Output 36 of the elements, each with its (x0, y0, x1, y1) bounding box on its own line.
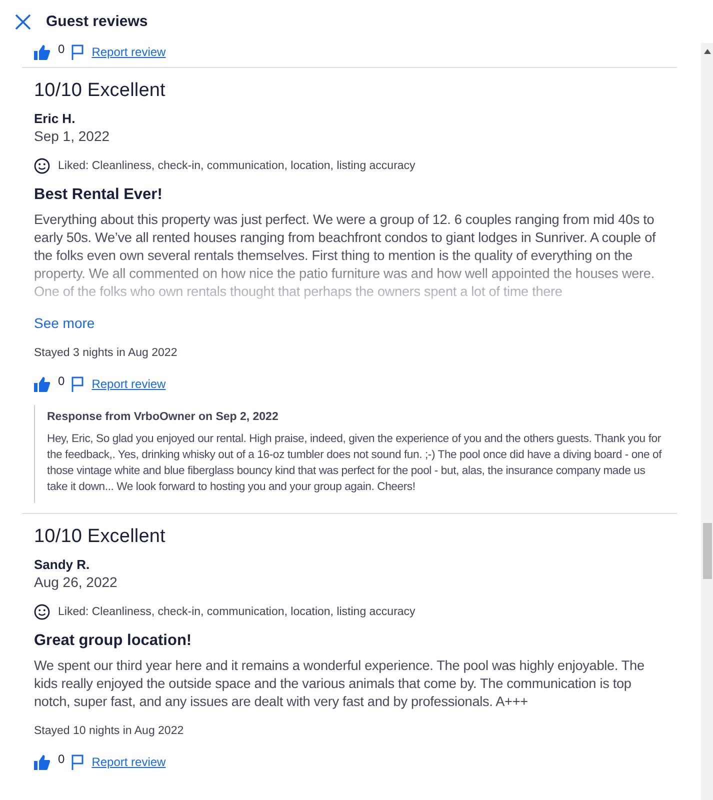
review-date: Sep 1, 2022 (34, 128, 111, 144)
owner-response-title: Response from VrboOwner on Sep 2, 2022 (47, 411, 280, 423)
stay-info: Stayed 10 nights in Aug 2022 (34, 725, 185, 737)
liked-aspects: Liked: Cleanliness, check-in, communication, location, listing accuracy (58, 160, 416, 172)
thumbs-up-icon[interactable] (34, 44, 50, 60)
review-headline: Best Rental Ever! (34, 186, 164, 204)
review-headline: Great group location! (34, 632, 193, 650)
flag-icon[interactable] (70, 754, 84, 770)
thumbs-up-icon[interactable] (34, 754, 50, 770)
review-text: We spent our third year here and it remains a wonderful experience. The pool was highly enjoyable. The kids really enjoyed the outside space and the various animals that come by. The communication is top notch, super fast, and any issues are dealt with very fast and by professionals. A+++ (34, 657, 646, 711)
stay-info: Stayed 3 nights in Aug 2022 (34, 347, 178, 359)
see-more-link[interactable]: See more (34, 315, 95, 331)
scroll-up-icon[interactable] (704, 49, 710, 54)
helpful-count: 0 (58, 43, 65, 56)
reviewer-name: Eric H. (34, 111, 76, 126)
liked-aspects: Liked: Cleanliness, check-in, communication, location, listing accuracy (58, 606, 416, 618)
report-review-link[interactable]: Report review (92, 377, 166, 391)
report-review-link[interactable]: Report review (92, 45, 166, 59)
flag-icon[interactable] (70, 376, 84, 392)
scrollbar[interactable] (701, 43, 713, 800)
flag-icon[interactable] (70, 44, 84, 60)
smiley-icon (34, 158, 50, 174)
review-rating: 10/10 Excellent (34, 80, 166, 102)
smiley-icon (34, 604, 50, 620)
scrollbar-thumb[interactable] (703, 523, 712, 579)
review-rating: 10/10 Excellent (34, 526, 166, 548)
helpful-count: 0 (58, 752, 65, 766)
dialog-title: Guest reviews (46, 13, 148, 30)
owner-response-text: Hey, Eric, So glad you enjoyed our rental. High praise, indeed, given the experience of you and the others guests. Thank you for the feedback,. Yes, drinking whisky out of a 16-oz tumbler does not sound fun. ;-) The pool once did have a diving board - one of those vintage white and blue fiberglass bouncy kind that was perfect for the pool - but, alas, the insurance company made us take it down... We look forward to hosting you and your group again. Cheers! (47, 432, 663, 495)
report-review-link[interactable]: Report review (92, 755, 166, 769)
review-text: Everything about this property was just perfect. We were a group of 12. 6 couples ranging from mid 40s to early 50s. We’ve all rented houses ranging from beachfront condos to giant lodges in Sunriver. A couple of the folks even own several rentals themselves. First thing to mention is the quality of everything on the property. We all commented on how nice the patio furniture was and how well appointed the houses were. One of the folks who own rentals thought that perhaps the owners spent a lot of time there (34, 211, 657, 301)
thumbs-up-icon[interactable] (34, 376, 50, 392)
close-icon[interactable] (14, 12, 32, 30)
review-date: Aug 26, 2022 (34, 574, 118, 590)
reviewer-name: Sandy R. (34, 557, 91, 572)
helpful-count: 0 (58, 374, 65, 388)
